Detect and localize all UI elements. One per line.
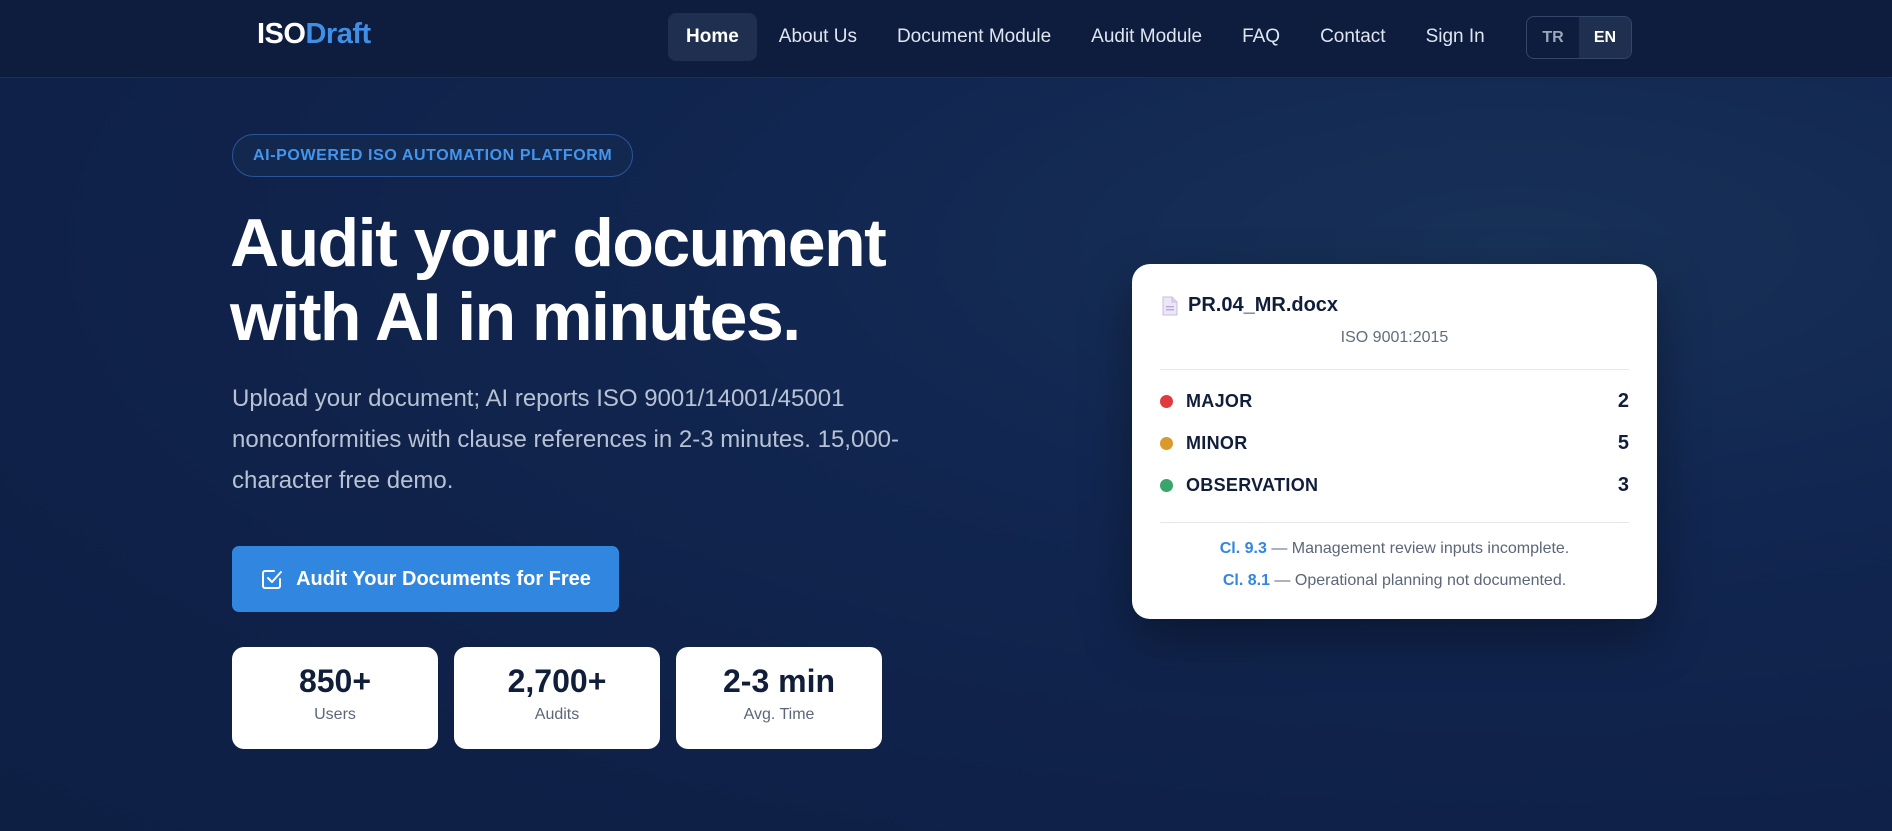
logo-draft: Draft — [305, 18, 371, 50]
platform-badge: AI-POWERED ISO AUTOMATION PLATFORM — [232, 134, 634, 177]
severity-major: MAJOR 2 — [1160, 386, 1629, 416]
divider — [1160, 369, 1629, 370]
severity-count: 3 — [1617, 473, 1629, 496]
finding-clause: Cl. 8.1 — [1222, 572, 1270, 589]
severity-label: MINOR — [1186, 432, 1248, 453]
finding-clause: Cl. 9.3 — [1219, 540, 1267, 557]
observation-dot — [1160, 478, 1173, 492]
stat-label: Users — [314, 706, 356, 723]
checkbox-icon — [262, 570, 283, 589]
hero-title: Audit your document with AI in minutes. — [230, 205, 887, 355]
audit-free-button-label: Audit Your Documents for Free — [296, 567, 591, 590]
nav-sign-in[interactable]: Sign In — [1408, 13, 1503, 61]
minor-dot — [1160, 436, 1173, 450]
nav-links: Home About Us Document Module Audit Modu… — [668, 13, 1507, 61]
finding-item: Cl. 9.3 — Management review inputs incom… — [1132, 540, 1657, 558]
stat-users: 850+ Users — [232, 647, 438, 749]
document-icon — [1162, 296, 1178, 315]
severity-label: MAJOR — [1186, 390, 1253, 411]
lang-en-button[interactable]: EN — [1579, 17, 1631, 58]
stat-label: Avg. Time — [743, 706, 815, 723]
stat-label: Audits — [534, 706, 580, 723]
audit-free-button[interactable]: Audit Your Documents for Free — [232, 546, 619, 612]
stat-value: 2,700+ — [507, 663, 607, 699]
hero-subtitle: Upload your document; AI reports ISO 900… — [232, 385, 900, 494]
logo[interactable]: ISODraft — [257, 18, 371, 51]
nav-audit-module[interactable]: Audit Module — [1073, 13, 1220, 61]
nav-contact[interactable]: Contact — [1302, 13, 1403, 61]
severity-count: 5 — [1617, 431, 1629, 454]
major-dot — [1160, 394, 1173, 408]
stat-audits: 2,700+ Audits — [454, 647, 660, 749]
severity-minor: MINOR 5 — [1160, 428, 1629, 458]
lang-tr-button[interactable]: TR — [1527, 17, 1579, 58]
report-file-name: PR.04_MR.docx — [1188, 294, 1339, 316]
finding-text: — Operational planning not documented. — [1274, 572, 1567, 589]
audit-report-card: PR.04_MR.docx ISO 9001:2015 MAJOR 2 MINO… — [1132, 264, 1657, 619]
report-file: PR.04_MR.docx — [1161, 294, 1338, 317]
severity-label: OBSERVATION — [1186, 474, 1319, 495]
finding-text: — Management review inputs incomplete. — [1271, 540, 1570, 557]
stat-value: 850+ — [298, 663, 372, 699]
severity-observation: OBSERVATION 3 — [1160, 470, 1629, 500]
nav-home[interactable]: Home — [668, 13, 757, 61]
divider — [1160, 522, 1629, 523]
nav-document-module[interactable]: Document Module — [879, 13, 1069, 61]
finding-item: Cl. 8.1 — Operational planning not docum… — [1132, 572, 1657, 590]
logo-iso: ISO — [257, 18, 306, 50]
language-toggle: TR EN — [1526, 16, 1632, 59]
stat-value: 2-3 min — [722, 663, 836, 699]
report-standard: ISO 9001:2015 — [1340, 329, 1449, 346]
nav-faq[interactable]: FAQ — [1224, 13, 1298, 61]
severity-count: 2 — [1617, 389, 1629, 412]
nav-about-us[interactable]: About Us — [761, 13, 875, 61]
stat-avg-time: 2-3 min Avg. Time — [676, 647, 882, 749]
top-navbar: ISODraft Home About Us Document Module A… — [0, 0, 1892, 78]
